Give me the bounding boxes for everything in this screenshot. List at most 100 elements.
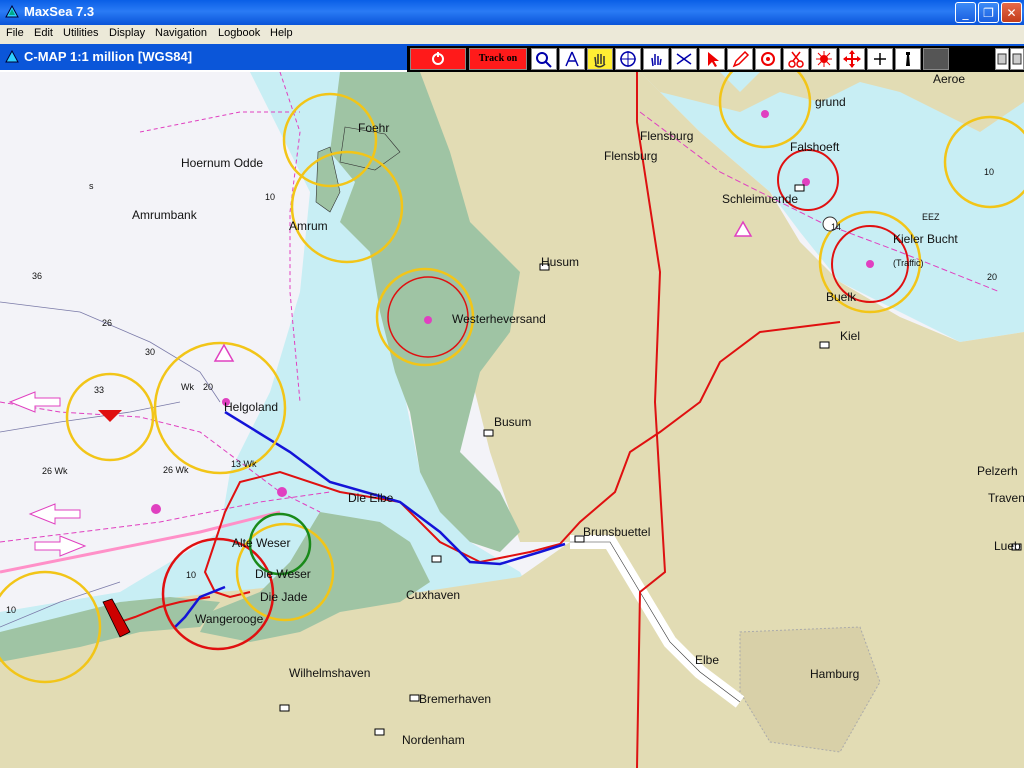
select-button[interactable] xyxy=(699,48,725,70)
label-eez: EEZ xyxy=(922,212,940,222)
traffic-arrow-icon xyxy=(8,391,61,413)
mark-button[interactable] xyxy=(811,48,837,70)
chart-title: C-MAP 1:1 million [WGS84] xyxy=(24,49,193,64)
pointer-hand-icon xyxy=(651,54,662,67)
label-aeroe: Aeroe xyxy=(933,72,966,86)
wreck-label-3: 13 Wk xyxy=(231,459,257,469)
measure-button[interactable] xyxy=(671,48,697,70)
crosshair-icon xyxy=(620,51,636,67)
label-pelzerh: Pelzerh xyxy=(977,464,1018,478)
depth-10-a: 10 xyxy=(265,192,276,202)
label-lueb: Lueb xyxy=(994,539,1021,553)
menu-utilities[interactable]: Utilities xyxy=(63,27,98,39)
hand-button[interactable] xyxy=(587,48,613,70)
depth-14: 14 xyxy=(831,222,842,232)
label-nordenham: Nordenham xyxy=(402,733,465,747)
depth-20: 20 xyxy=(987,272,998,282)
depth-10-d: 10 xyxy=(984,167,995,177)
window-title: MaxSea 7.3 xyxy=(24,4,95,19)
compass-button[interactable] xyxy=(559,48,585,70)
title-bar: MaxSea 7.3 _ ❐ ✕ xyxy=(0,0,1024,25)
wreck-label-2: 26 Wk xyxy=(163,465,189,475)
panel-icon xyxy=(997,53,1007,65)
zoom-button[interactable] xyxy=(531,48,557,70)
label-husum: Husum xyxy=(541,255,580,269)
arrow-cursor-icon xyxy=(708,52,719,67)
lighthouse-button[interactable] xyxy=(895,48,921,70)
close-button[interactable]: ✕ xyxy=(1001,2,1022,23)
depth-s: s xyxy=(89,181,94,191)
label-die-jade: Die Jade xyxy=(260,590,308,604)
nautical-chart[interactable]: Hoernum Odde Amrumbank Foehr Amrum Husum… xyxy=(0,72,1024,768)
marks-icon xyxy=(816,51,832,67)
label-helgoland: Helgoland xyxy=(224,400,279,414)
magnifier-icon xyxy=(536,52,552,68)
minimize-button[interactable]: _ xyxy=(955,2,976,23)
traffic-arrow-icon xyxy=(28,503,81,525)
traffic-arrow-icon xyxy=(34,535,87,557)
pencil-button[interactable] xyxy=(727,48,753,70)
depth-26: 26 xyxy=(102,318,113,328)
label-buelk: Buelk xyxy=(826,290,857,304)
warning-triangle-icon xyxy=(213,343,235,362)
center-button[interactable] xyxy=(615,48,641,70)
label-hamburg: Hamburg xyxy=(810,667,860,681)
panel-toggle-button[interactable] xyxy=(995,48,1009,70)
stop-button[interactable] xyxy=(410,48,466,70)
compass-icon xyxy=(565,51,579,67)
panel-icon-2 xyxy=(1012,53,1022,65)
harbour-icon xyxy=(279,704,290,712)
move-button[interactable] xyxy=(839,48,865,70)
label-cuxhaven: Cuxhaven xyxy=(406,588,461,602)
depth-10-c: 10 xyxy=(186,570,197,580)
depth-30: 30 xyxy=(145,347,156,357)
hand-icon xyxy=(594,54,606,68)
restore-button[interactable]: ❐ xyxy=(978,2,999,23)
menu-file[interactable]: File xyxy=(6,27,24,39)
route-button[interactable] xyxy=(755,48,781,70)
harbour-icon xyxy=(794,184,805,192)
pencil-icon xyxy=(732,50,750,68)
label-traffic: (Traffic) xyxy=(893,258,924,268)
depth-10-b: 10 xyxy=(6,605,17,615)
panel-toggle-button-2[interactable] xyxy=(1010,48,1024,70)
scissors-button[interactable] xyxy=(783,48,809,70)
menu-logbook[interactable]: Logbook xyxy=(218,27,260,39)
harbour-icon xyxy=(483,429,494,437)
label-wangerooge: Wangerooge xyxy=(195,612,264,626)
harbour-icon xyxy=(819,341,830,349)
label-kiel: Kiel xyxy=(840,329,861,343)
label-hoernum-odde: Hoernum Odde xyxy=(181,156,264,170)
label-amrum: Amrum xyxy=(289,219,328,233)
menu-bar: File Edit Utilities Display Navigation L… xyxy=(0,25,1024,44)
stop-icon xyxy=(432,52,444,65)
menu-help[interactable]: Help xyxy=(270,27,293,39)
chart-icon xyxy=(5,50,19,63)
pan-button[interactable] xyxy=(643,48,669,70)
menu-edit[interactable]: Edit xyxy=(34,27,53,39)
label-bremerhaven: Bremerhaven xyxy=(419,692,492,706)
label-flensburg: Flensburg xyxy=(640,129,694,143)
label-die-elbe: Die Elbe xyxy=(348,491,394,505)
route-icon xyxy=(761,52,775,66)
wreck-label-1: 26 Wk xyxy=(42,466,68,476)
wreck-label-4: Wk xyxy=(181,382,194,392)
label-elbe: Elbe xyxy=(695,653,720,667)
plus-icon xyxy=(874,53,886,65)
lighthouse-mark xyxy=(151,504,161,514)
label-schleimuende: Schleimuende xyxy=(722,192,799,206)
harbour-icon xyxy=(409,694,420,702)
harbour-icon xyxy=(431,555,442,563)
harbour-icon xyxy=(374,728,385,736)
lighthouse-mark xyxy=(277,487,287,497)
plus-button[interactable] xyxy=(867,48,893,70)
track-on-button[interactable]: Track on xyxy=(469,48,527,70)
black-panel-button[interactable] xyxy=(923,48,949,70)
depth-33: 33 xyxy=(94,385,105,395)
menu-display[interactable]: Display xyxy=(109,27,145,39)
menu-navigation[interactable]: Navigation xyxy=(155,27,207,39)
depth-20-b: 20 xyxy=(203,382,214,392)
chart-toolbar: Track on xyxy=(407,46,1024,72)
move-arrows-icon xyxy=(843,50,861,68)
label-die-weser: Die Weser xyxy=(255,567,311,581)
